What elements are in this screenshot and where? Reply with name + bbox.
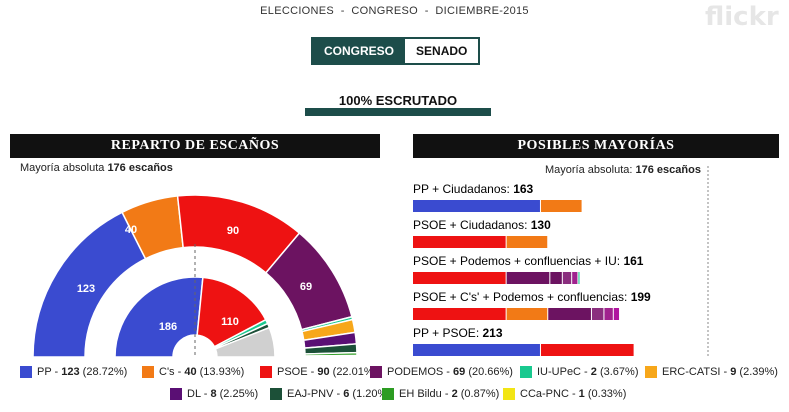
coalitions-chart: PP + Ciudadanos: 163 PSOE + Ciudadanos: 1… bbox=[413, 166, 709, 356]
coalition-bar-segment[interactable] bbox=[578, 272, 580, 284]
coalition-label: PSOE + C's' + Podemos + confluencias: 19… bbox=[413, 290, 651, 304]
coalition-bar-segment[interactable] bbox=[506, 272, 550, 284]
seats-panel-title: REPARTO DE ESCAÑOS bbox=[10, 134, 380, 158]
majority-prefix: Mayoría absoluta bbox=[20, 162, 108, 174]
coalition-label: PSOE + Podemos + confluencias + IU: 161 bbox=[413, 254, 644, 268]
legend-text: EAJ-PNV - 6 (1.20%) bbox=[287, 388, 391, 400]
flickr-watermark: flickr bbox=[705, 2, 779, 32]
coalition-bar-segment[interactable] bbox=[413, 236, 506, 248]
legend-item-pp[interactable]: PP - 123 (28.72%) bbox=[20, 366, 127, 378]
coalition-bar-segment[interactable] bbox=[540, 344, 634, 356]
majority-value: 176 escaños bbox=[107, 162, 173, 174]
tab-senado[interactable]: SENADO bbox=[405, 39, 479, 63]
legend-item-dl[interactable]: DL - 8 (2.25%) bbox=[170, 388, 258, 400]
legend-item-psoe[interactable]: PSOE - 90 (22.01%) bbox=[260, 366, 377, 378]
seat-wedge-cca-pnc[interactable] bbox=[304, 354, 358, 358]
legend-swatch bbox=[20, 366, 32, 378]
seat-label-left-bloc: 186 bbox=[159, 321, 177, 333]
election-subtitle: ELECCIONES - CONGRESO - DICIEMBRE-2015 bbox=[260, 5, 529, 17]
seat-label-psoe: 90 bbox=[227, 225, 239, 237]
absolute-majority-note: Mayoría absoluta 176 escaños bbox=[20, 162, 173, 174]
coalition-bar-segment[interactable] bbox=[548, 308, 591, 320]
legend-text: EH Bildu - 2 (0.87%) bbox=[399, 388, 500, 400]
legend-swatch bbox=[142, 366, 154, 378]
seat-label-pp: 123 bbox=[77, 283, 95, 295]
legend-text: ERC-CATSI - 9 (2.39%) bbox=[662, 366, 778, 378]
coalition-bar-segment[interactable] bbox=[613, 308, 620, 320]
legend-text: C's - 40 (13.93%) bbox=[159, 366, 245, 378]
seat-label-right-bloc: 110 bbox=[221, 316, 239, 328]
legend-item-iu-upec[interactable]: IU-UPeC - 2 (3.67%) bbox=[520, 366, 638, 378]
coalition-bar-segment[interactable] bbox=[413, 272, 506, 284]
coalition-bar-segment[interactable] bbox=[506, 236, 548, 248]
seat-label-podemos: 69 bbox=[300, 281, 312, 293]
coalition-bar-segment[interactable] bbox=[591, 308, 604, 320]
coalition-bar-segment[interactable] bbox=[540, 200, 582, 212]
legend-swatch bbox=[503, 388, 515, 400]
legend-item-eh-bildu[interactable]: EH Bildu - 2 (0.87%) bbox=[382, 388, 499, 400]
legend-text: PP - 123 (28.72%) bbox=[37, 366, 128, 378]
coalition-label: PSOE + Ciudadanos: 130 bbox=[413, 218, 551, 232]
coalition-label: PP + Ciudadanos: 163 bbox=[413, 182, 534, 196]
legend-item-c-s[interactable]: C's - 40 (13.93%) bbox=[142, 366, 244, 378]
legend-swatch bbox=[520, 366, 532, 378]
chamber-tabs: CONGRESO SENADO bbox=[311, 37, 481, 65]
legend-text: PODEMOS - 69 (20.66%) bbox=[387, 366, 513, 378]
coalition-bar-segment[interactable] bbox=[413, 308, 506, 320]
legend-swatch bbox=[382, 388, 394, 400]
scrutinized-status: 100% ESCRUTADO bbox=[338, 93, 458, 108]
legend-item-podemos[interactable]: PODEMOS - 69 (20.66%) bbox=[370, 366, 513, 378]
coalition-bar-segment[interactable] bbox=[550, 272, 562, 284]
legend-text: IU-UPeC - 2 (3.67%) bbox=[537, 366, 639, 378]
coalition-bar-segment[interactable] bbox=[413, 344, 540, 356]
majorities-panel-title: POSIBLES MAYORÍAS bbox=[413, 134, 779, 158]
legend-swatch bbox=[370, 366, 382, 378]
legend-item-eaj-pnv[interactable]: EAJ-PNV - 6 (1.20%) bbox=[270, 388, 391, 400]
legend-swatch bbox=[170, 388, 182, 400]
coalition-bar-segment[interactable] bbox=[506, 308, 548, 320]
scrutinized-progress-bar bbox=[305, 108, 491, 116]
legend-swatch bbox=[270, 388, 282, 400]
legend-text: CCa-PNC - 1 (0.33%) bbox=[520, 388, 627, 400]
inner-wedge-left-bloc[interactable] bbox=[114, 276, 204, 358]
seats-hemicycle-chart: 123 40 90 69 186 110 bbox=[32, 194, 358, 358]
coalition-label: PP + PSOE: 213 bbox=[413, 326, 503, 340]
legend-text: DL - 8 (2.25%) bbox=[187, 388, 259, 400]
legend-swatch bbox=[645, 366, 657, 378]
coalition-bar-segment[interactable] bbox=[572, 272, 578, 284]
coalition-bar-segment[interactable] bbox=[413, 200, 540, 212]
legend-item-erc-catsi[interactable]: ERC-CATSI - 9 (2.39%) bbox=[645, 366, 778, 378]
coalition-bar-segment[interactable] bbox=[562, 272, 572, 284]
tab-congreso[interactable]: CONGRESO bbox=[313, 39, 406, 63]
legend-item-cca-pnc[interactable]: CCa-PNC - 1 (0.33%) bbox=[503, 388, 626, 400]
seat-label-cs: 40 bbox=[125, 224, 137, 236]
legend-text: PSOE - 90 (22.01%) bbox=[277, 366, 378, 378]
coalition-bar-segment[interactable] bbox=[604, 308, 613, 320]
legend-swatch bbox=[260, 366, 272, 378]
